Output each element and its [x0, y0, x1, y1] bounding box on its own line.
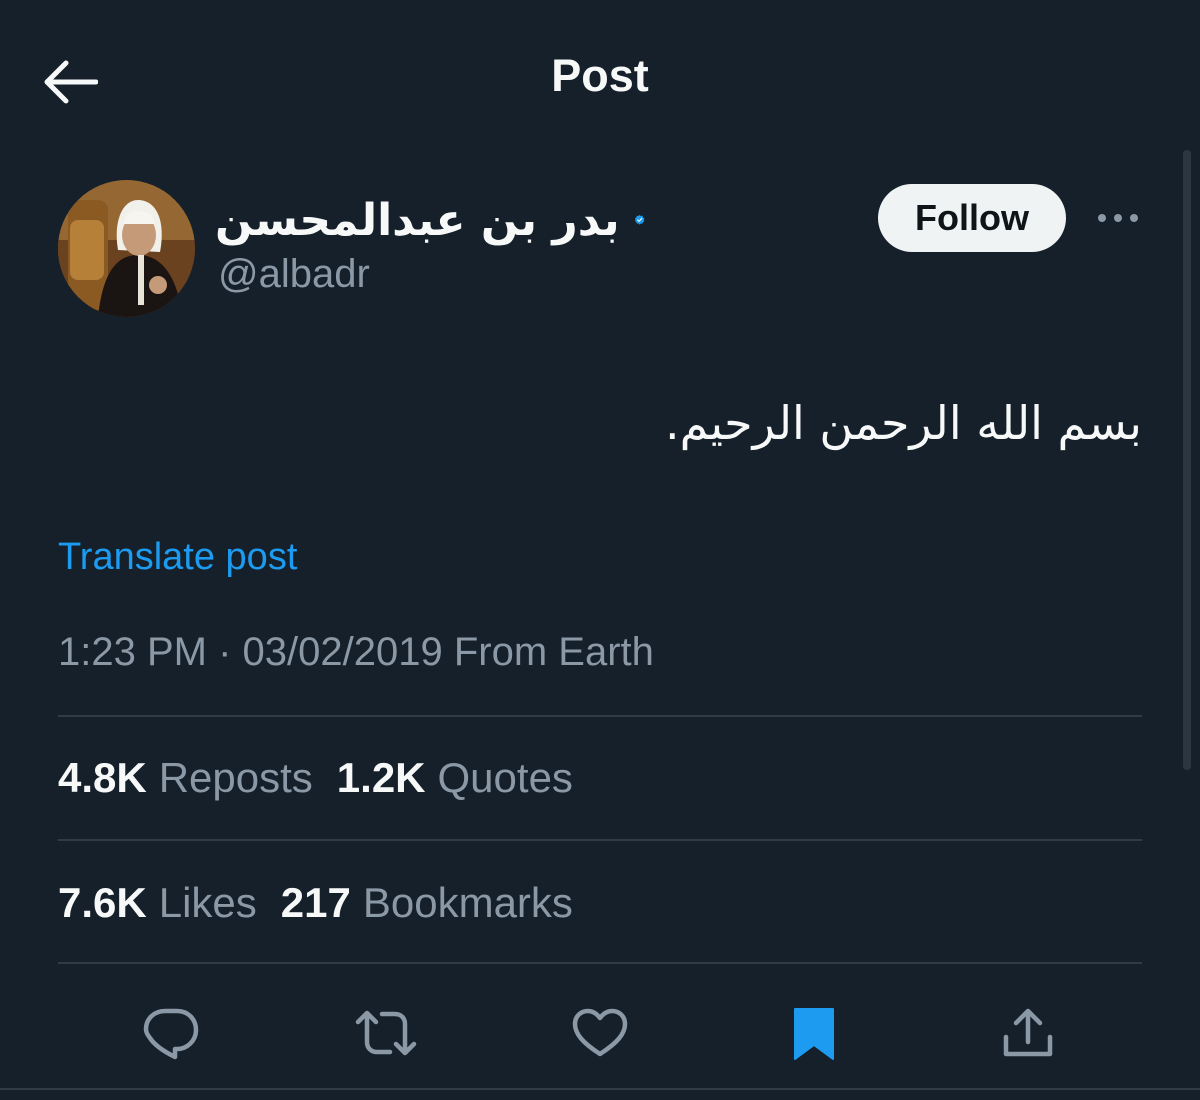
post-source: From Earth — [453, 630, 654, 674]
repost-button[interactable] — [351, 998, 421, 1068]
likes-count: 7.6K — [58, 879, 147, 926]
meta-separator: · — [218, 630, 232, 674]
follow-button[interactable]: Follow — [878, 184, 1066, 252]
verified-badge-icon — [634, 214, 645, 225]
reply-button[interactable] — [136, 998, 206, 1068]
post-time[interactable]: 1:23 PM — [58, 630, 207, 674]
reposts-stat[interactable]: 4.8K Reposts — [58, 754, 313, 802]
heart-icon — [572, 1008, 628, 1057]
post-date[interactable]: 03/02/2019 — [243, 630, 443, 674]
reply-icon — [143, 1008, 199, 1060]
avatar[interactable] — [58, 180, 195, 317]
translate-post-link[interactable]: Translate post — [58, 536, 297, 579]
share-button[interactable] — [993, 998, 1063, 1068]
bookmark-button[interactable] — [779, 998, 849, 1068]
display-name[interactable]: بدر بن عبدالمحسن — [215, 188, 645, 252]
more-horizontal-icon — [1098, 214, 1138, 222]
post-text: بسم الله الرحمن الرحيم. — [665, 396, 1142, 450]
like-button[interactable] — [565, 998, 635, 1068]
share-icon — [1003, 1008, 1053, 1057]
quotes-label: Quotes — [437, 754, 573, 801]
bookmark-icon — [794, 1008, 834, 1060]
page-title: Post — [551, 50, 649, 101]
likes-label: Likes — [158, 879, 257, 926]
bookmarks-count: 217 — [280, 879, 351, 926]
divider — [58, 715, 1142, 717]
more-options-button[interactable] — [1090, 196, 1146, 240]
reposts-count: 4.8K — [58, 754, 147, 801]
repost-icon — [355, 1010, 417, 1056]
divider — [58, 962, 1142, 964]
post-metadata: 1:23 PM · 03/02/2019 From Earth — [58, 630, 654, 675]
scrollbar[interactable] — [1183, 150, 1191, 770]
quotes-stat[interactable]: 1.2K Quotes — [337, 754, 573, 802]
bookmarks-stat[interactable]: 217 Bookmarks — [281, 879, 573, 927]
display-name-text: بدر بن عبدالمحسن — [215, 194, 620, 246]
bottom-divider — [0, 1088, 1200, 1090]
bookmarks-label: Bookmarks — [362, 879, 573, 926]
reposts-label: Reposts — [158, 754, 313, 801]
handle[interactable]: @albadr — [218, 252, 370, 297]
likes-stat[interactable]: 7.6K Likes — [58, 879, 257, 927]
avatar-image — [58, 180, 195, 317]
quotes-count: 1.2K — [336, 754, 426, 801]
stats-row-reposts-quotes: 4.8K Reposts 1.2K Quotes — [58, 754, 573, 802]
stats-row-likes-bookmarks: 7.6K Likes 217 Bookmarks — [58, 879, 573, 927]
divider — [58, 839, 1142, 841]
